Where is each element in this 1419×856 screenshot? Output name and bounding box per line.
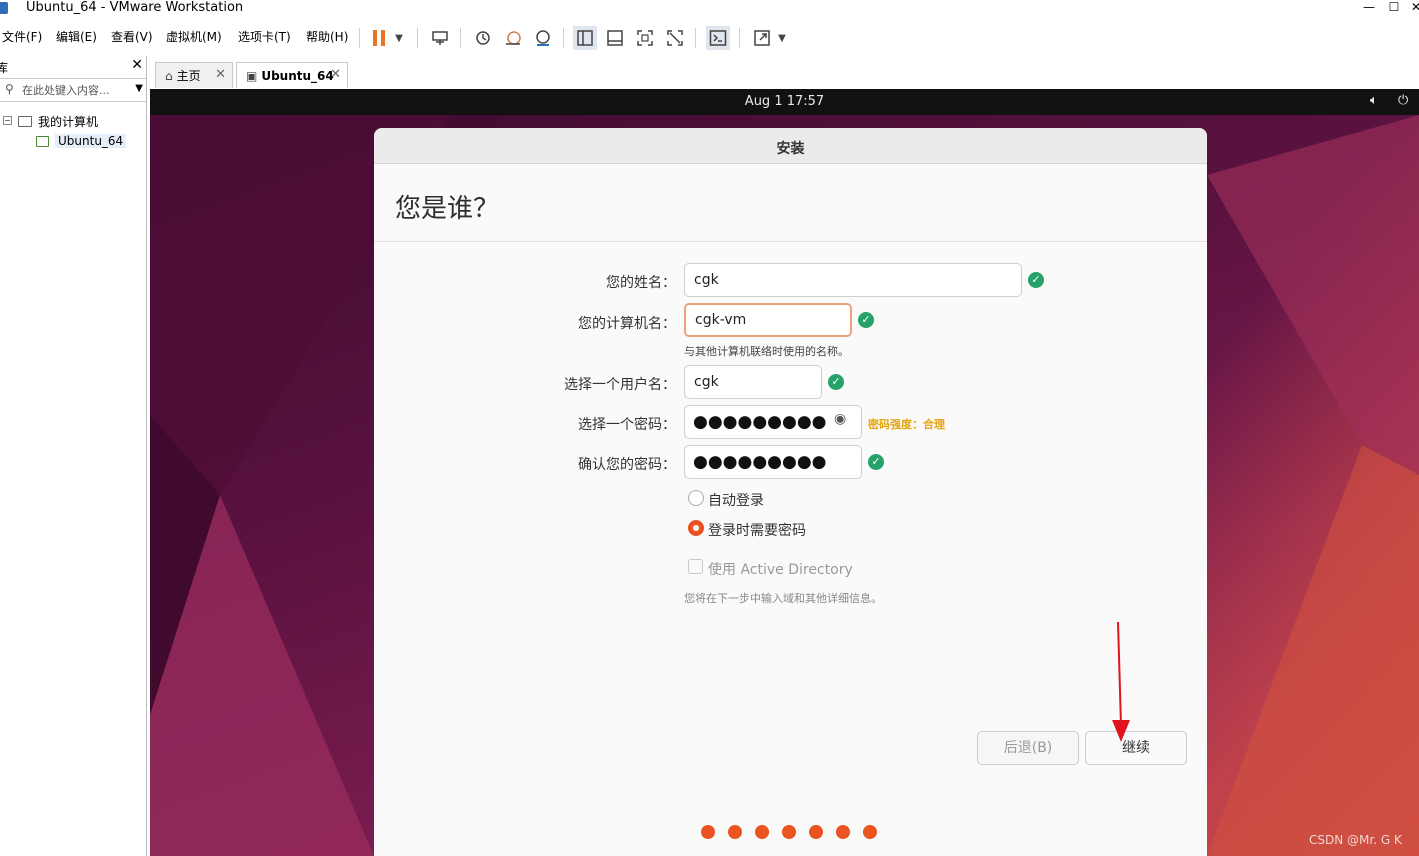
step-dot	[728, 825, 742, 839]
collapse-toggle-icon[interactable]: −	[3, 116, 12, 125]
confirm-password-field[interactable]: ●●●●●●●●●	[684, 445, 862, 479]
search-icon: ⚲	[5, 82, 14, 96]
check-icon: ✓	[828, 374, 844, 390]
library-search-input[interactable]	[22, 82, 128, 99]
library-title: 库	[0, 61, 9, 75]
library-close-button[interactable]: ✕	[131, 57, 143, 73]
clock[interactable]: Aug 1 17:57	[150, 94, 1419, 109]
tab-ubuntu-64[interactable]: ▣ Ubuntu_64 ✕	[236, 62, 348, 88]
menu-bar: 文件(F) 编辑(E) 查看(V) 虚拟机(M) 选项卡(T) 帮助(H) ▼ …	[0, 22, 1419, 54]
volume-icon[interactable]: 🔈︎	[1370, 93, 1378, 108]
close-tab-icon[interactable]: ✕	[330, 67, 341, 82]
title-bar: Ubuntu_64 - VMware Workstation — ☐ ✕	[0, 0, 1419, 17]
toolbar-separator	[417, 28, 418, 48]
active-directory-hint: 您将在下一步中输入域和其他详细信息。	[684, 592, 882, 605]
close-window-button[interactable]: ✕	[1406, 0, 1419, 16]
menu-tabs[interactable]: 选项卡(T)	[238, 29, 291, 45]
vmware-app-icon	[0, 2, 8, 14]
library-view-icon[interactable]	[573, 26, 597, 50]
vm-console[interactable]: Aug 1 17:57 🔈︎ ⏻ 安装 您是谁？ 您的姓名： ✓ 您的计算机名：…	[150, 89, 1419, 856]
tab-label: Ubuntu_64	[261, 68, 334, 83]
step-dot	[782, 825, 796, 839]
full-screen-icon[interactable]	[633, 26, 657, 50]
password-strength: 密码强度：合理	[868, 418, 945, 431]
confirm-password-label: 确认您的密码：	[578, 457, 676, 473]
chevron-down-icon[interactable]: ▼	[135, 83, 143, 94]
stretch-dropdown-icon[interactable]: ▼	[774, 26, 790, 50]
divider	[374, 241, 1207, 242]
annotation-arrow-icon	[1112, 621, 1130, 742]
menu-vm[interactable]: 虚拟机(M)	[166, 29, 222, 45]
menu-view[interactable]: 查看(V)	[111, 29, 153, 45]
tree-item-label: Ubuntu_64	[55, 134, 127, 148]
tab-label: 主页	[176, 69, 201, 83]
check-icon: ✓	[868, 454, 884, 470]
menu-file[interactable]: 文件(F)	[2, 29, 42, 45]
active-directory-label[interactable]: 使用 Active Directory	[708, 559, 853, 579]
computer-name-field[interactable]	[684, 303, 852, 337]
step-dot	[755, 825, 769, 839]
name-label: 您的姓名：	[606, 275, 676, 291]
window-title: Ubuntu_64 - VMware Workstation	[26, 0, 244, 15]
step-dot	[701, 825, 715, 839]
require-password-radio[interactable]	[688, 520, 704, 536]
page-title: 您是谁？	[395, 194, 500, 224]
snapshot-icon[interactable]	[470, 26, 494, 50]
vm-icon	[36, 135, 49, 147]
console-view-icon[interactable]	[603, 26, 627, 50]
send-keys-icon[interactable]	[428, 26, 452, 50]
step-dot	[836, 825, 850, 839]
toolbar-separator	[359, 28, 360, 48]
library-search: ⚲ ▼	[0, 78, 146, 102]
menu-help[interactable]: 帮助(H)	[306, 29, 348, 45]
maximize-button[interactable]: ☐	[1384, 0, 1404, 16]
username-label: 选择一个用户名：	[564, 377, 676, 393]
tab-home[interactable]: ⌂ 主页 ✕	[155, 62, 233, 88]
computer-name-label: 您的计算机名：	[578, 316, 676, 332]
toolbar-separator	[695, 28, 696, 48]
computer-icon	[18, 115, 32, 127]
library-panel: 库 ✕ ⚲ ▼ − 我的计算机 Ubuntu_64	[0, 56, 147, 856]
revert-snapshot-icon[interactable]	[501, 26, 525, 50]
toolbar-separator	[563, 28, 564, 48]
auto-login-radio[interactable]	[688, 490, 704, 506]
installer-dialog: 安装 您是谁？ 您的姓名： ✓ 您的计算机名： ✓ 与其他计算机联络时使用的名称…	[374, 128, 1207, 856]
pause-dropdown-icon[interactable]: ▼	[391, 26, 407, 50]
power-icon[interactable]: ⏻	[1398, 93, 1408, 108]
dialog-title: 安装	[776, 141, 805, 157]
back-button[interactable]: 后退(B)	[977, 731, 1079, 765]
stretch-icon[interactable]	[750, 26, 774, 50]
step-dot	[863, 825, 877, 839]
home-icon: ⌂	[165, 68, 173, 83]
menu-edit[interactable]: 编辑(E)	[56, 29, 97, 45]
toolbar-separator	[739, 28, 740, 48]
computer-name-hint: 与其他计算机联络时使用的名称。	[684, 345, 849, 358]
check-icon: ✓	[858, 312, 874, 328]
toolbar-separator	[460, 28, 461, 48]
minimize-button[interactable]: —	[1359, 0, 1379, 16]
active-directory-checkbox[interactable]	[688, 559, 703, 574]
require-password-label[interactable]: 登录时需要密码	[708, 520, 806, 540]
dialog-header: 安装	[374, 128, 1207, 164]
vm-icon: ▣	[246, 68, 258, 83]
close-tab-icon[interactable]: ✕	[215, 67, 226, 82]
password-label: 选择一个密码：	[578, 417, 676, 433]
watermark: CSDN @Mr. G K	[1309, 833, 1402, 847]
terminal-icon[interactable]	[706, 26, 730, 50]
tree-item-label: 我的计算机	[38, 114, 99, 129]
step-dot	[809, 825, 823, 839]
show-password-eye-icon[interactable]: ◉	[834, 411, 846, 427]
manage-snapshots-icon[interactable]	[531, 26, 555, 50]
pause-icon[interactable]	[368, 26, 392, 50]
check-icon: ✓	[1028, 272, 1044, 288]
library-header: 库 ✕	[0, 56, 147, 78]
tree-item-ubuntu-64[interactable]: Ubuntu_64	[36, 131, 127, 151]
gnome-top-bar: Aug 1 17:57 🔈︎ ⏻	[150, 89, 1419, 115]
unity-icon[interactable]	[663, 26, 687, 50]
tree-item-my-computer[interactable]: 我的计算机	[18, 111, 98, 131]
name-field[interactable]	[684, 263, 1022, 297]
document-tab-bar: ⌂ 主页 ✕ ▣ Ubuntu_64 ✕	[150, 56, 1419, 88]
username-field[interactable]	[684, 365, 822, 399]
auto-login-label[interactable]: 自动登录	[708, 490, 764, 510]
